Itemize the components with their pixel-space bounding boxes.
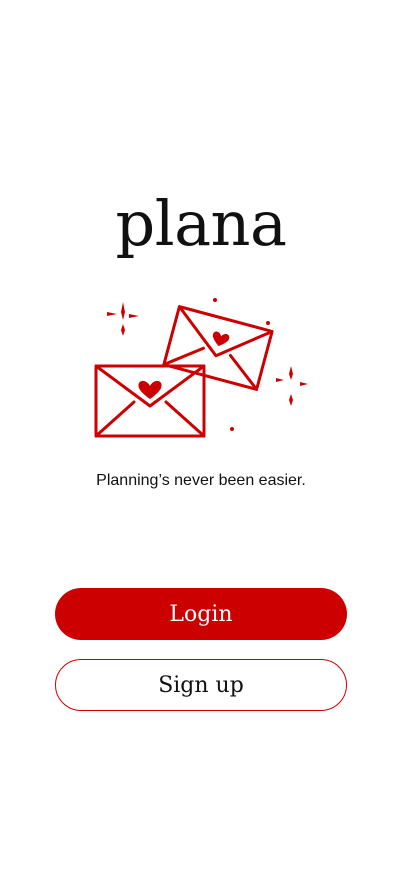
app-title: plana (115, 187, 287, 260)
login-button[interactable]: Login (55, 588, 347, 640)
signup-button[interactable]: Sign up (55, 659, 347, 711)
envelopes-illustration (88, 290, 318, 450)
envelopes-with-hearts-icon (94, 298, 308, 438)
tagline: Planning’s never been easier. (96, 472, 306, 489)
